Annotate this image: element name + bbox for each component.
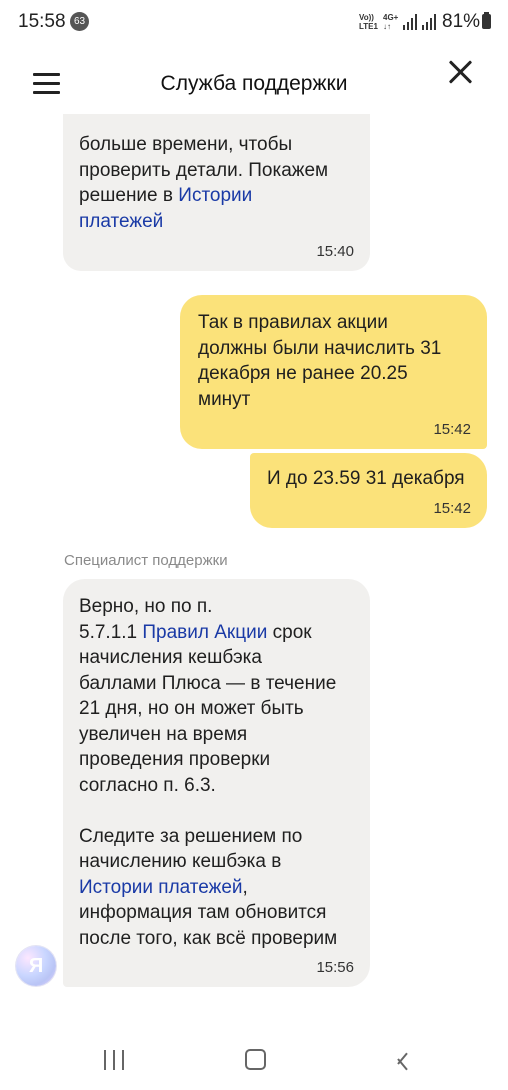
- user-message: И до 23.59 31 декабря 15:42: [250, 453, 487, 528]
- battery-icon: [482, 12, 491, 29]
- signal-strength-icon-2: [422, 14, 438, 30]
- app-header: Служба поддержки: [0, 52, 508, 114]
- status-bar: 15:58 63 Vo)) LTE1 4G+ ↓↑ 81%: [0, 0, 508, 44]
- message-text: Так в правилах акции должны были начисли…: [198, 312, 442, 410]
- notification-count-badge: 63: [70, 12, 89, 31]
- page-title: Служба поддержки: [160, 72, 348, 95]
- message-time: 15:42: [433, 421, 471, 438]
- chat-messages[interactable]: больше времени, чтобы проверить детали. …: [0, 114, 508, 1030]
- status-time: 15:58: [18, 11, 66, 32]
- system-nav-bar: [0, 1030, 508, 1090]
- message-text: Верно, но по п. 5.7.1.1 Правил Акции сро…: [79, 596, 338, 949]
- promo-rules-link[interactable]: Правил Акции: [142, 622, 267, 643]
- signal-strength-icon: [403, 14, 419, 30]
- recent-apps-icon[interactable]: [104, 1050, 126, 1070]
- message-time: 15:42: [433, 500, 471, 517]
- home-icon[interactable]: [245, 1049, 266, 1070]
- volte-indicator: Vo)) LTE1: [359, 13, 378, 31]
- user-message: Так в правилах акции должны были начисли…: [180, 295, 487, 449]
- message-text: больше времени, чтобы проверить детали. …: [79, 134, 329, 232]
- network-type-indicator: 4G+ ↓↑: [383, 13, 399, 31]
- sender-label: Специалист поддержки: [64, 552, 228, 569]
- message-time: 15:40: [316, 243, 354, 260]
- avatar-letter: Я: [28, 955, 44, 977]
- agent-message: больше времени, чтобы проверить детали. …: [63, 114, 370, 271]
- close-icon[interactable]: [447, 58, 475, 86]
- agent-message: Верно, но по п. 5.7.1.1 Правил Акции сро…: [63, 579, 370, 987]
- payment-history-link[interactable]: Истории платежей: [79, 877, 243, 898]
- message-text: И до 23.59 31 декабря: [267, 468, 465, 489]
- battery-percentage: 81%: [442, 11, 481, 32]
- back-icon[interactable]: [392, 1049, 412, 1073]
- message-time: 15:56: [316, 959, 354, 976]
- support-avatar: Я: [16, 946, 56, 986]
